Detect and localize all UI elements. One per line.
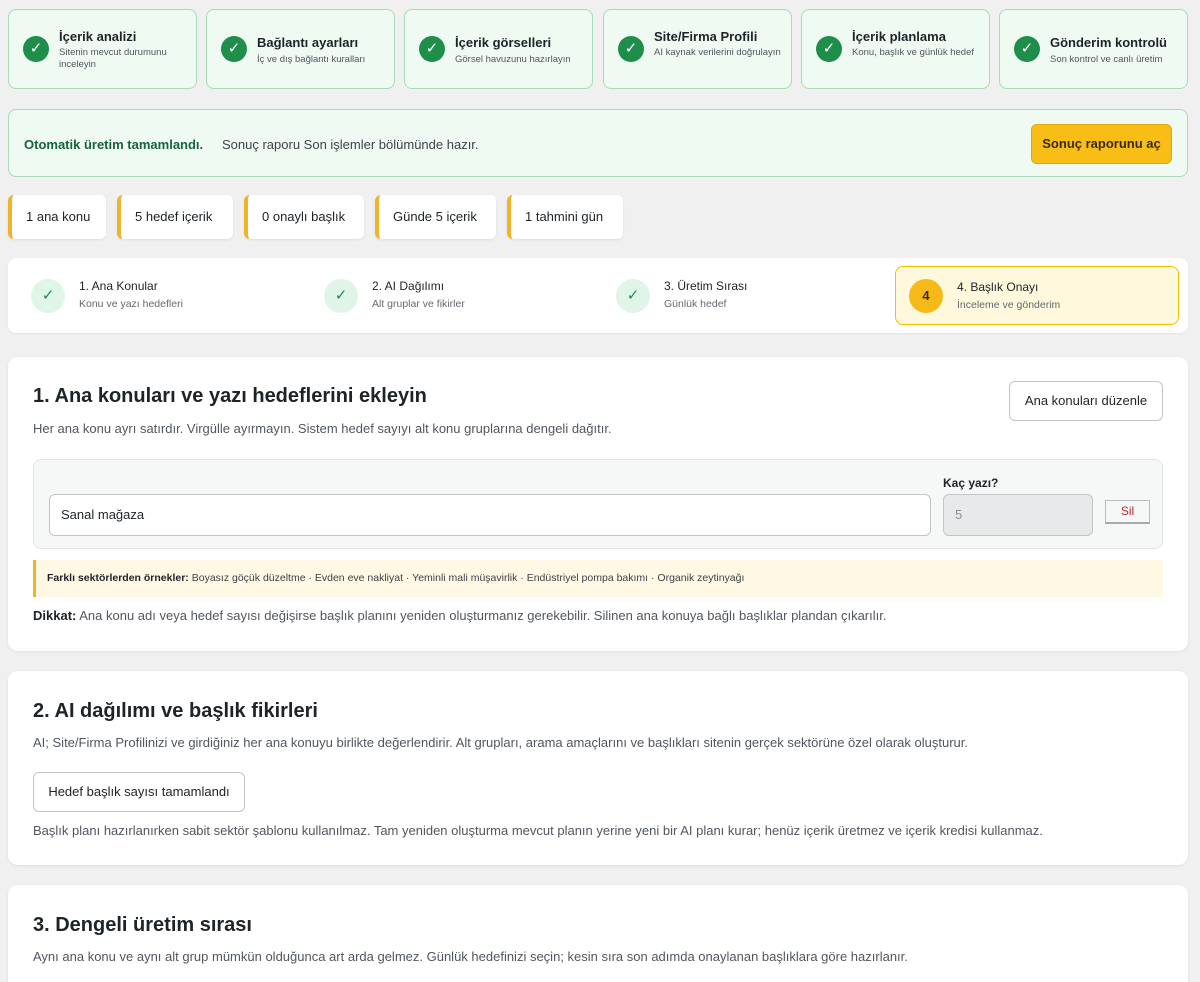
banner-text: Sonuç raporu Son işlemler bölümünde hazı… [222,137,479,152]
setup-step-title: İçerik analizi [59,29,137,44]
target-titles-complete-button[interactable]: Hedef başlık sayısı tamamlandı [33,772,245,812]
section-title: 1. Ana konuları ve yazı hedeflerini ekle… [33,385,427,407]
note-text: Ana konu adı veya hedef sayısı değişirse… [79,608,887,623]
setup-steps: ✓ İçerik analizi Sitenin mevcut durumunu… [8,9,1188,89]
progress-step-subtitle: Günlük hedef [664,298,727,310]
progress-step-title: 2. AI Dağılımı [372,279,445,293]
check-icon: ✓ [23,36,49,62]
stat-approved-titles: 0 onaylı başlık [244,195,364,239]
section-note: Başlık planı hazırlanırken sabit sektör … [33,823,1043,838]
section-main-topics: 1. Ana konuları ve yazı hedeflerini ekle… [8,357,1188,651]
note-label: Dikkat: [33,608,77,623]
setup-step-subtitle: Konu, başlık ve günlük hedef [852,47,975,58]
check-icon: ✓ [618,36,644,62]
section-production-order: 3. Dengeli üretim sırası Aynı ana konu v… [8,885,1188,982]
section-ai-distribution: 2. AI dağılımı ve başlık fikirleri AI; S… [8,671,1188,865]
setup-step-content-planning[interactable]: ✓ İçerik planlama Konu, başlık ve günlük… [801,9,990,89]
progress-step-ai-distribution[interactable]: ✓ 2. AI Dağılımı Alt gruplar ve fikirler [324,258,584,333]
open-report-button[interactable]: Sonuç raporunu aç [1031,124,1172,164]
progress-stepper: ✓ 1. Ana Konular Konu ve yazı hedefleri … [8,258,1188,333]
progress-step-title: 3. Üretim Sırası [664,279,748,293]
stat-target-content: 5 hedef içerik [117,195,233,239]
section-title: 3. Dengeli üretim sırası [33,914,252,936]
setup-step-subtitle: AI kaynak verilerini doğrulayın [654,47,781,58]
progress-step-subtitle: Alt gruplar ve fikirler [372,298,465,310]
section-description: AI; Site/Firma Profilinizi ve girdiğiniz… [33,735,968,750]
topic-row: Sanal mağaza Kaç yazı? 5 Sil [33,459,1163,549]
setup-step-subtitle: Görsel havuzunu hazırlayın [455,54,571,65]
step-number-badge: 4 [909,279,943,313]
progress-step-title: 4. Başlık Onayı [957,280,1039,294]
check-icon: ✓ [816,36,842,62]
setup-step-title: Site/Firma Profili [654,29,758,44]
check-icon: ✓ [324,279,358,313]
progress-step-title-approval[interactable]: 4 4. Başlık Onayı İnceleme ve gönderim [895,266,1179,325]
stat-estimated-days: 1 tahmini gün [507,195,623,239]
progress-step-subtitle: Konu ve yazı hedefleri [79,298,183,310]
warning-note: Dikkat: Ana konu adı veya hedef sayısı d… [33,608,886,623]
stat-main-topics: 1 ana konu [8,195,106,239]
count-label: Kaç yazı? [943,476,999,490]
delete-topic-button[interactable]: Sil [1105,500,1150,524]
stat-daily-content: Günde 5 içerik [375,195,496,239]
setup-step-link-settings[interactable]: ✓ Bağlantı ayarları İç ve dış bağlantı k… [206,9,395,89]
progress-step-production-order[interactable]: ✓ 3. Üretim Sırası Günlük hedef [616,258,876,333]
section-title: 2. AI dağılımı ve başlık fikirleri [33,700,318,722]
post-count-input[interactable]: 5 [943,494,1093,536]
topic-name-input[interactable]: Sanal mağaza [49,494,931,536]
setup-step-content-analysis[interactable]: ✓ İçerik analizi Sitenin mevcut durumunu… [8,9,197,89]
setup-step-content-images[interactable]: ✓ İçerik görselleri Görsel havuzunu hazı… [404,9,593,89]
section-description: Her ana konu ayrı satırdır. Virgülle ayı… [33,421,612,436]
setup-step-title: İçerik görselleri [455,35,552,50]
edit-main-topics-button[interactable]: Ana konuları düzenle [1009,381,1163,421]
banner-title: Otomatik üretim tamamlandı. [24,137,204,152]
check-icon: ✓ [616,279,650,313]
examples-label: Farklı sektörlerden örnekler: [47,572,189,584]
setup-step-publish-check[interactable]: ✓ Gönderim kontrolü Son kontrol ve canlı… [999,9,1188,89]
setup-step-subtitle: Sitenin mevcut durumunu inceleyin [59,47,167,70]
progress-step-subtitle: İnceleme ve gönderim [957,299,1061,311]
check-icon: ✓ [221,36,247,62]
completion-banner: Otomatik üretim tamamlandı. Sonuç raporu… [8,109,1188,177]
setup-step-title: İçerik planlama [852,29,946,44]
check-icon: ✓ [1014,36,1040,62]
check-icon: ✓ [31,279,65,313]
setup-step-subtitle: Son kontrol ve canlı üretim [1050,54,1163,65]
progress-step-main-topics[interactable]: ✓ 1. Ana Konular Konu ve yazı hedefleri [31,258,291,333]
setup-step-subtitle: İç ve dış bağlantı kuralları [257,54,366,65]
setup-step-site-profile[interactable]: ✓ Site/Firma Profili AI kaynak verilerin… [603,9,792,89]
check-icon: ✓ [419,36,445,62]
progress-step-title: 1. Ana Konular [79,279,158,293]
section-description: Aynı ana konu ve aynı alt grup mümkün ol… [33,949,908,964]
setup-step-title: Gönderim kontrolü [1050,35,1167,50]
setup-step-title: Bağlantı ayarları [257,35,359,50]
examples-text: Boyasız göçük düzeltme · Evden eve nakli… [191,572,745,584]
sector-examples: Farklı sektörlerden örnekler: Boyasız gö… [33,560,1163,597]
